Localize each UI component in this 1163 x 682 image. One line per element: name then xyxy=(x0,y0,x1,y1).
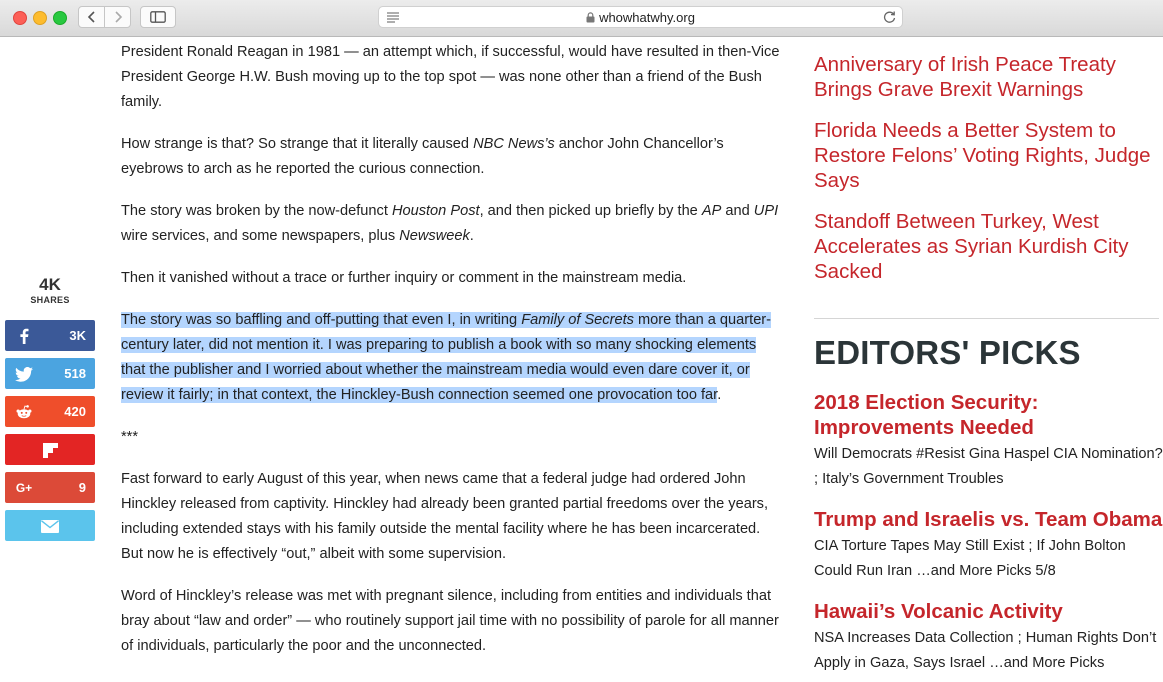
sidebar-toggle-button[interactable] xyxy=(140,6,176,28)
related-stories: Anniversary of Irish Peace Treaty Brings… xyxy=(814,52,1163,300)
selected-text: The story was so baffling and off-puttin… xyxy=(121,312,522,328)
twitter-share-count: 518 xyxy=(64,366,86,381)
zoom-window-button[interactable] xyxy=(53,11,67,25)
article-paragraph: How strange is that? So strange that it … xyxy=(121,132,781,182)
google-plus-share-count: 9 xyxy=(78,480,86,495)
sidebar-icon xyxy=(150,11,166,23)
article-paragraph: President Ronald Reagan in 1981 — an att… xyxy=(121,44,780,110)
related-story-link[interactable]: Anniversary of Irish Peace Treaty Brings… xyxy=(814,52,1163,102)
minimize-window-button[interactable] xyxy=(33,11,47,25)
section-break: *** xyxy=(121,429,139,445)
flipboard-icon xyxy=(41,441,59,459)
reddit-share-button[interactable]: 420 xyxy=(5,396,95,427)
italic-run: AP xyxy=(701,203,722,219)
editors-pick-description[interactable]: NSA Increases Data Collection ; Human Ri… xyxy=(814,626,1163,676)
facebook-share-button[interactable]: 3K xyxy=(5,320,95,351)
editors-pick: Hawaii’s Volcanic Activity NSA Increases… xyxy=(814,599,1163,676)
italic-run: UPI xyxy=(753,203,779,219)
article-paragraph: Fast forward to early August of this yea… xyxy=(121,471,769,562)
editors-pick-title[interactable]: Trump and Israelis vs. Team Obama xyxy=(814,507,1163,532)
flipboard-share-button[interactable] xyxy=(5,434,95,465)
italic-run: NBC News’s xyxy=(473,136,555,152)
google-plus-icon: G+ xyxy=(15,481,33,495)
editors-pick-title[interactable]: Hawaii’s Volcanic Activity xyxy=(814,599,1163,624)
selected-paragraph: The story was so baffling and off-puttin… xyxy=(121,308,781,408)
email-share-button[interactable] xyxy=(5,510,95,541)
facebook-icon xyxy=(15,327,33,345)
text-run: wire services, and some newspapers, plus xyxy=(121,228,400,244)
text-run: , and then picked up briefly by the xyxy=(479,203,702,219)
italic-run: Houston Post xyxy=(391,203,480,219)
article-paragraph: Then it vanished without a trace or furt… xyxy=(121,270,687,286)
text-run: and xyxy=(721,203,754,219)
selected-italic-text: Family of Secrets xyxy=(521,312,634,328)
text-run: How strange is that? So strange that it … xyxy=(121,136,474,152)
article-body: President Ronald Reagan in 1981 — an att… xyxy=(121,40,781,676)
close-window-button[interactable] xyxy=(13,11,27,25)
chevron-left-icon xyxy=(87,11,95,23)
reload-icon[interactable] xyxy=(883,10,896,24)
share-total: 4K xyxy=(39,275,61,294)
lock-icon xyxy=(586,12,595,23)
back-button[interactable] xyxy=(78,6,105,28)
reddit-share-count: 420 xyxy=(64,404,86,419)
address-bar[interactable]: whowhatwhy.org xyxy=(378,6,903,28)
share-label: SHARES xyxy=(30,295,70,305)
italic-run: Newsweek xyxy=(399,228,470,244)
editors-picks-heading: EDITORS' PICKS xyxy=(814,334,1081,371)
twitter-icon xyxy=(15,365,33,383)
google-plus-share-button[interactable]: G+ 9 xyxy=(5,472,95,503)
editors-pick: Trump and Israelis vs. Team Obama CIA To… xyxy=(814,507,1163,584)
article-paragraph: The story was broken by the now-defunct … xyxy=(121,199,781,249)
twitter-share-button[interactable]: 518 xyxy=(5,358,95,389)
article-paragraph: Word of Hinckley’s release was met with … xyxy=(121,588,779,654)
browser-toolbar: whowhatwhy.org xyxy=(0,0,1163,37)
text-run: The story was broken by the now-defunct xyxy=(121,203,392,219)
chevron-right-icon xyxy=(114,11,122,23)
text-run: . xyxy=(469,228,474,244)
editors-pick: 2018 Election Security: Improvements Nee… xyxy=(814,390,1163,492)
sidebar-divider xyxy=(814,318,1159,319)
related-story-link[interactable]: Florida Needs a Better System to Restore… xyxy=(814,118,1163,193)
related-story-link[interactable]: Standoff Between Turkey, West Accelerate… xyxy=(814,209,1163,284)
reddit-icon xyxy=(15,403,33,421)
text-run: . xyxy=(717,387,722,403)
url-text-container: whowhatwhy.org xyxy=(379,10,902,25)
forward-button[interactable] xyxy=(104,6,131,28)
facebook-share-count: 3K xyxy=(69,328,86,343)
editors-pick-description[interactable]: Will Democrats #Resist Gina Haspel CIA N… xyxy=(814,442,1163,492)
email-icon xyxy=(41,517,59,535)
editors-pick-description[interactable]: CIA Torture Tapes May Still Exist ; If J… xyxy=(814,534,1163,584)
editors-pick-title[interactable]: 2018 Election Security: Improvements Nee… xyxy=(814,390,1163,440)
url-text: whowhatwhy.org xyxy=(599,10,695,25)
